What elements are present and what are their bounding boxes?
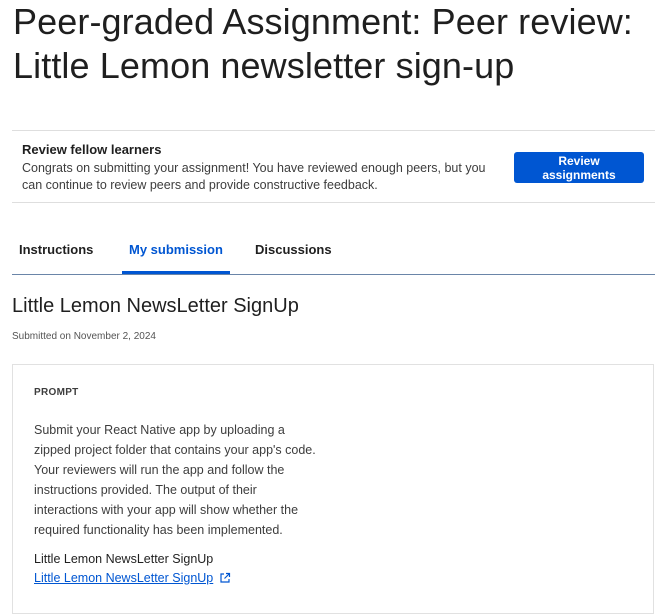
prompt-label: PROMPT: [34, 387, 79, 398]
tab-instructions[interactable]: Instructions: [19, 228, 93, 274]
review-banner: Review fellow learners Congrats on submi…: [12, 130, 655, 203]
page-title: Peer-graded Assignment: Peer review: Lit…: [13, 1, 633, 86]
banner-heading: Review fellow learners: [22, 142, 162, 157]
banner-text: Congrats on submitting your assignment! …: [22, 161, 486, 192]
tab-discussions[interactable]: Discussions: [255, 228, 332, 274]
review-assignments-button[interactable]: Review assignments: [514, 152, 644, 183]
submission-title: Little Lemon NewsLetter SignUp: [12, 295, 299, 317]
project-link-label: Little Lemon NewsLetter SignUp: [34, 571, 214, 585]
external-link-icon: [219, 572, 231, 584]
tab-my-submission[interactable]: My submission: [122, 228, 230, 274]
prompt-text: Submit your React Native app by uploadin…: [34, 423, 316, 537]
prompt-card: PROMPT Submit your React Native app by u…: [12, 364, 654, 614]
submission-date: Submitted on November 2, 2024: [12, 331, 156, 342]
project-link[interactable]: Little Lemon NewsLetter SignUp: [34, 571, 231, 585]
tab-bar: Instructions My submission Discussions: [12, 228, 655, 275]
project-name: Little Lemon NewsLetter SignUp: [34, 552, 214, 566]
